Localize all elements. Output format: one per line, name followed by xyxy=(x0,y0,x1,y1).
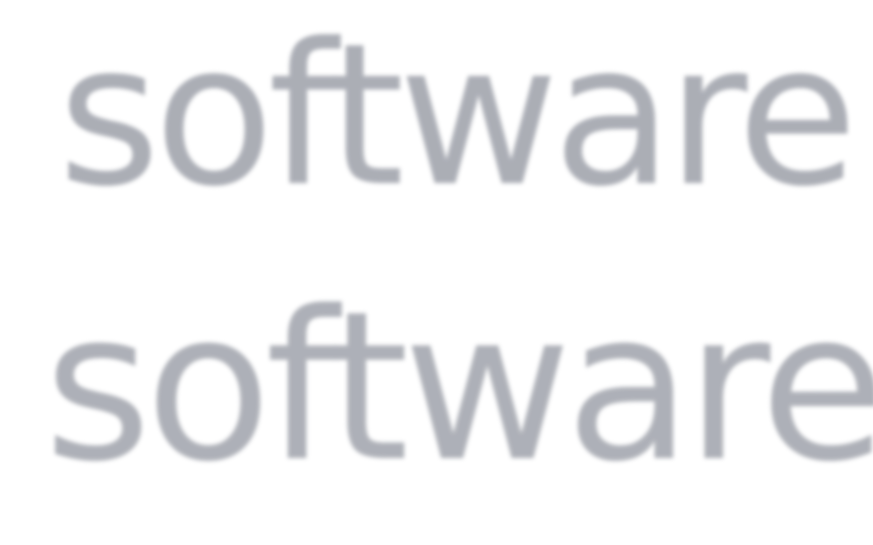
word-software-top: software xyxy=(58,2,858,230)
word-software-bottom: software xyxy=(44,267,873,507)
zoomed-text-view: software software xyxy=(0,0,873,545)
